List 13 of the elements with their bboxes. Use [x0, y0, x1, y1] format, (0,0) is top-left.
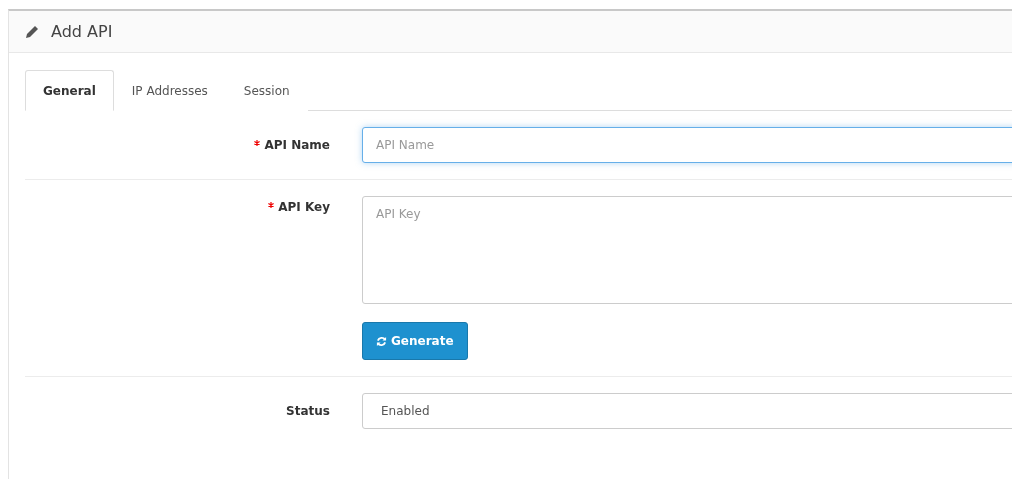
required-icon	[268, 202, 275, 208]
generate-button[interactable]: Generate	[362, 322, 468, 360]
field-label: API Key	[268, 197, 330, 217]
panel-title: Add API	[51, 22, 113, 41]
field-label: API Name	[254, 127, 330, 163]
pencil-icon	[25, 24, 39, 39]
field-label: Status	[286, 403, 330, 420]
select-field[interactable]: Enabled	[362, 393, 1012, 429]
input-field[interactable]: API Name	[362, 127, 1012, 163]
refresh-icon	[376, 335, 387, 347]
tab[interactable]: General	[25, 70, 114, 111]
text-area[interactable]: API Key	[362, 196, 1012, 304]
required-icon	[254, 140, 261, 146]
